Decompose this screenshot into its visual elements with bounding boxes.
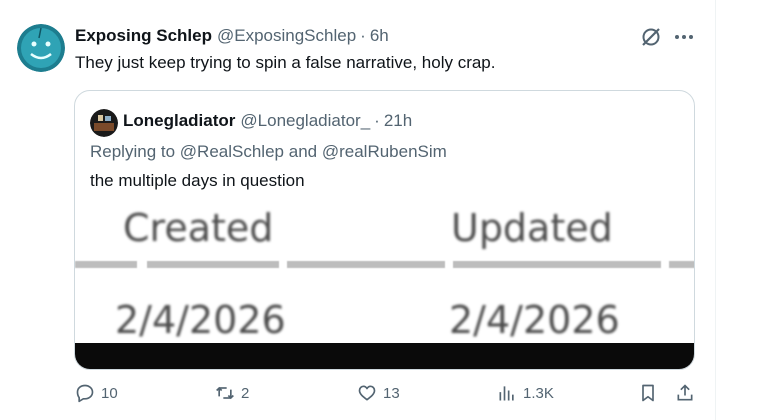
like-count: 13 bbox=[383, 384, 400, 402]
bookmark-button[interactable] bbox=[638, 383, 658, 403]
quoted-post[interactable]: Lonegladiator @Lonegladiator_ · 21h Repl… bbox=[74, 90, 695, 370]
repost-button[interactable]: 2 bbox=[215, 383, 249, 403]
media-divider bbox=[287, 261, 445, 268]
more-icon[interactable] bbox=[672, 27, 696, 47]
views-icon bbox=[499, 386, 514, 401]
repost-count: 2 bbox=[241, 384, 250, 402]
action-bar: 10 2 13 1.3K bbox=[0, 383, 715, 413]
grok-icon[interactable] bbox=[639, 25, 663, 49]
replying-prefix: Replying to bbox=[90, 142, 176, 161]
media-divider bbox=[453, 261, 661, 268]
media-label-updated: Updated bbox=[451, 206, 613, 250]
replying-and: and bbox=[288, 142, 318, 161]
quoted-media-image[interactable]: Created Updated 2/4/2026 2/4/2026 bbox=[75, 198, 694, 369]
post-header: Exposing Schlep @ExposingSchlep · 6h bbox=[75, 26, 389, 46]
quoted-author-handle[interactable]: @Lonegladiator_ bbox=[240, 111, 370, 131]
media-divider bbox=[147, 261, 279, 268]
share-button[interactable] bbox=[675, 383, 695, 403]
separator-dot: · bbox=[360, 26, 366, 45]
quoted-author-name[interactable]: Lonegladiator bbox=[123, 111, 235, 131]
views-count: 1.3K bbox=[523, 384, 554, 402]
quoted-post-time[interactable]: 21h bbox=[384, 111, 412, 131]
media-date-updated: 2/4/2026 bbox=[449, 298, 620, 342]
reply-button[interactable]: 10 bbox=[75, 383, 118, 403]
media-divider bbox=[669, 261, 694, 268]
author-handle[interactable]: @ExposingSchlep bbox=[217, 26, 356, 46]
post-text: They just keep trying to spin a false na… bbox=[75, 53, 496, 72]
column-divider bbox=[715, 0, 716, 420]
quoted-header: Lonegladiator @Lonegladiator_ · 21h bbox=[123, 111, 412, 131]
media-label-created: Created bbox=[123, 206, 274, 250]
mention-link[interactable]: @realRubenSim bbox=[322, 142, 447, 161]
repost-icon bbox=[216, 386, 234, 400]
views-button[interactable]: 1.3K bbox=[497, 383, 554, 403]
media-date-created: 2/4/2026 bbox=[115, 298, 286, 342]
replying-to-line: Replying to @RealSchlep and @realRubenSi… bbox=[90, 142, 447, 162]
media-dark-strip bbox=[75, 343, 694, 369]
author-name[interactable]: Exposing Schlep bbox=[75, 26, 212, 46]
reply-icon bbox=[76, 384, 94, 403]
like-button[interactable]: 13 bbox=[357, 383, 400, 403]
separator-dot: · bbox=[374, 111, 380, 130]
like-icon bbox=[358, 385, 376, 401]
quoted-post-text: the multiple days in question bbox=[90, 171, 305, 190]
media-divider bbox=[75, 261, 137, 268]
avatar[interactable] bbox=[17, 24, 65, 72]
reply-count: 10 bbox=[101, 384, 118, 402]
mention-link[interactable]: @RealSchlep bbox=[180, 142, 284, 161]
quoted-avatar[interactable] bbox=[90, 109, 118, 137]
share-icon bbox=[677, 384, 693, 401]
post-time[interactable]: 6h bbox=[370, 26, 389, 46]
bookmark-icon bbox=[642, 384, 654, 402]
